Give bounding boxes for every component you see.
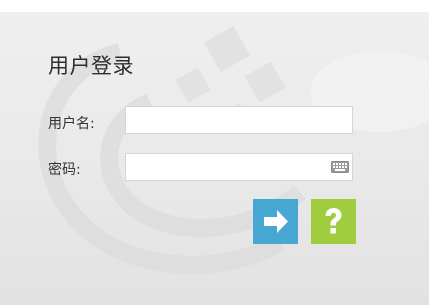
username-label: 用户名: <box>48 116 95 132</box>
password-input[interactable] <box>125 153 353 181</box>
username-input[interactable] <box>125 106 353 134</box>
login-submit-button[interactable] <box>253 199 298 244</box>
password-label: 密码: <box>48 162 81 178</box>
arrow-right-icon <box>264 210 288 233</box>
page-title: 用户登录 <box>48 54 134 78</box>
question-mark-icon <box>325 208 342 234</box>
help-button[interactable] <box>311 199 356 244</box>
keyboard-icon[interactable] <box>331 161 349 173</box>
